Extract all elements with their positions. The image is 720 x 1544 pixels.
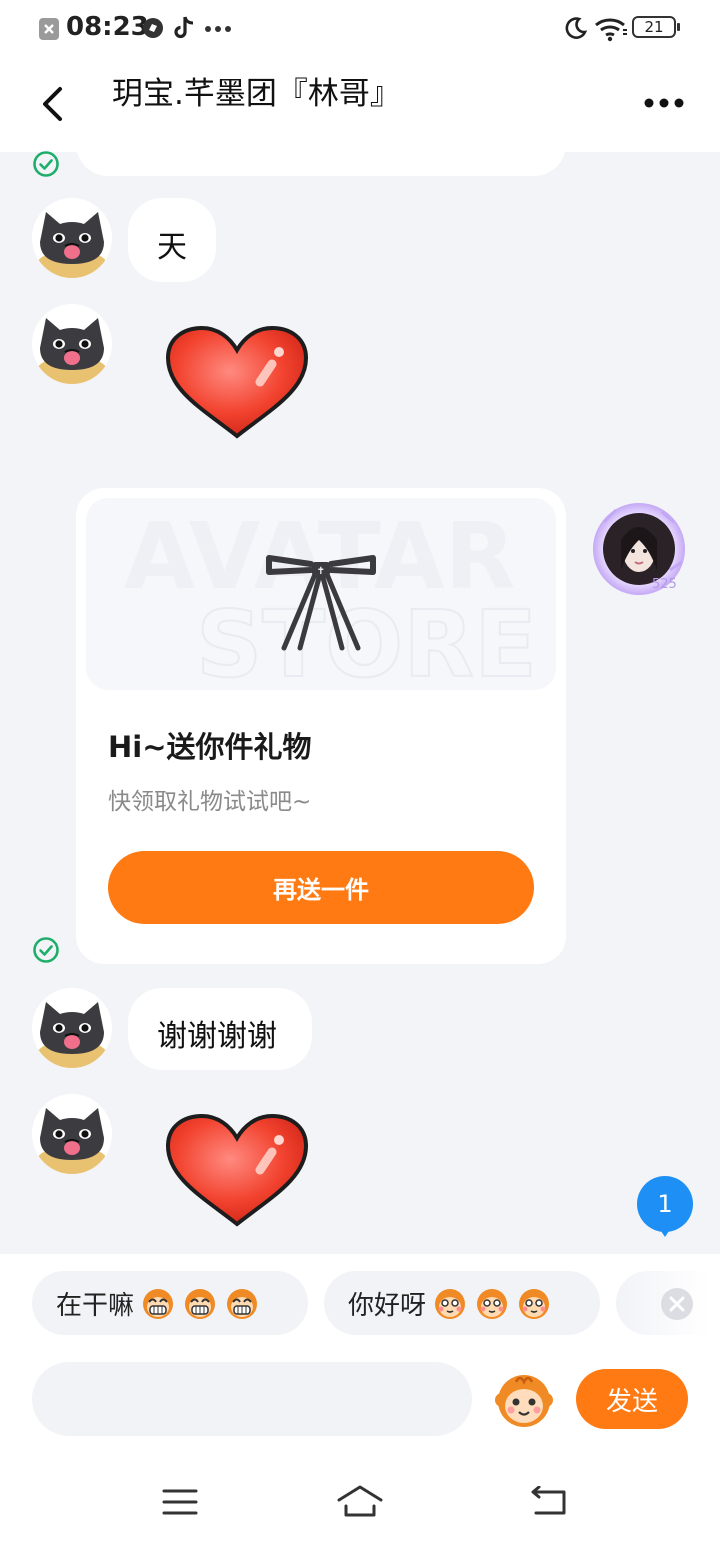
notification-clear-icon: [39, 18, 59, 40]
blush-monkey-icon: [519, 1289, 550, 1319]
contact-name: 玥宝.芊墨团『林哥』: [112, 76, 401, 112]
emoji-picker-monkey-icon[interactable]: [494, 1370, 554, 1430]
message-text: 天: [157, 230, 187, 265]
message-bubble[interactable]: 天: [128, 198, 216, 282]
gift-subtitle: 快领取礼物试试吧~: [108, 789, 312, 815]
status-bar: 08:23 21: [0, 0, 720, 56]
heart-sticker[interactable]: [164, 324, 310, 440]
watermark-store: STORE: [196, 591, 537, 690]
grin-monkey-icon: [143, 1289, 174, 1319]
gift-card[interactable]: AVATAR STORE ✝ Hi~送你件礼物 快领取礼物试试吧~ 再送一件: [76, 488, 566, 964]
gift-title: Hi~送你件礼物: [108, 730, 312, 764]
grin-monkey-icon: [227, 1289, 258, 1319]
my-avatar[interactable]: 525: [590, 500, 688, 598]
more-notifications-icon: [205, 26, 231, 32]
svg-text:✝: ✝: [317, 566, 325, 577]
grin-monkey-icon: [185, 1289, 216, 1319]
avatar-badge-text: 525: [652, 577, 677, 592]
more-options-icon[interactable]: [644, 97, 684, 109]
gift-preview-image: AVATAR STORE ✝: [86, 498, 556, 690]
quick-reply-label: 你好呀: [348, 1290, 427, 1321]
unread-badge-pointer: [657, 1225, 673, 1237]
quick-reply-label: 在干嘛: [56, 1290, 135, 1321]
quick-reply-chip[interactable]: 你好呀: [324, 1271, 600, 1335]
read-check-icon: [33, 937, 59, 963]
home-nav-icon[interactable]: [336, 1484, 384, 1518]
resend-gift-button[interactable]: 再送一件: [108, 851, 534, 924]
blush-monkey-icon: [477, 1289, 508, 1319]
message-input[interactable]: [32, 1362, 472, 1436]
read-check-icon: [33, 151, 59, 177]
menu-nav-icon[interactable]: [162, 1488, 198, 1516]
unread-messages-badge[interactable]: 1: [637, 1176, 693, 1232]
send-button[interactable]: 发送: [576, 1369, 688, 1429]
previous-message-bubble: [76, 112, 566, 176]
tiktok-icon: [174, 16, 194, 39]
composer-panel: 在干嘛 你好呀 发送: [0, 1254, 720, 1544]
clock: 08:23: [66, 12, 149, 42]
quick-reply-chip[interactable]: 在干嘛: [32, 1271, 308, 1335]
back-nav-icon[interactable]: [530, 1486, 568, 1516]
message-list[interactable]: 天 AVATAR STORE ✝ Hi~送你件礼物 快领取礼物试试吧~ 再送一件…: [0, 112, 720, 1254]
do-not-disturb-moon-icon: [565, 17, 588, 39]
close-quick-replies-icon[interactable]: [660, 1287, 694, 1321]
battery-indicator: 21: [632, 16, 680, 38]
contact-avatar[interactable]: [32, 304, 112, 384]
message-text: 谢谢谢谢: [157, 1019, 277, 1054]
back-arrow-icon[interactable]: [40, 86, 66, 122]
contact-avatar[interactable]: [32, 988, 112, 1068]
message-bubble[interactable]: 谢谢谢谢: [128, 988, 312, 1070]
app-notification-icon: [143, 18, 163, 38]
contact-avatar[interactable]: [32, 1094, 112, 1174]
heart-sticker[interactable]: [164, 1112, 310, 1228]
wifi-icon: [595, 18, 627, 42]
contact-avatar[interactable]: [32, 198, 112, 278]
blush-monkey-icon: [435, 1289, 466, 1319]
